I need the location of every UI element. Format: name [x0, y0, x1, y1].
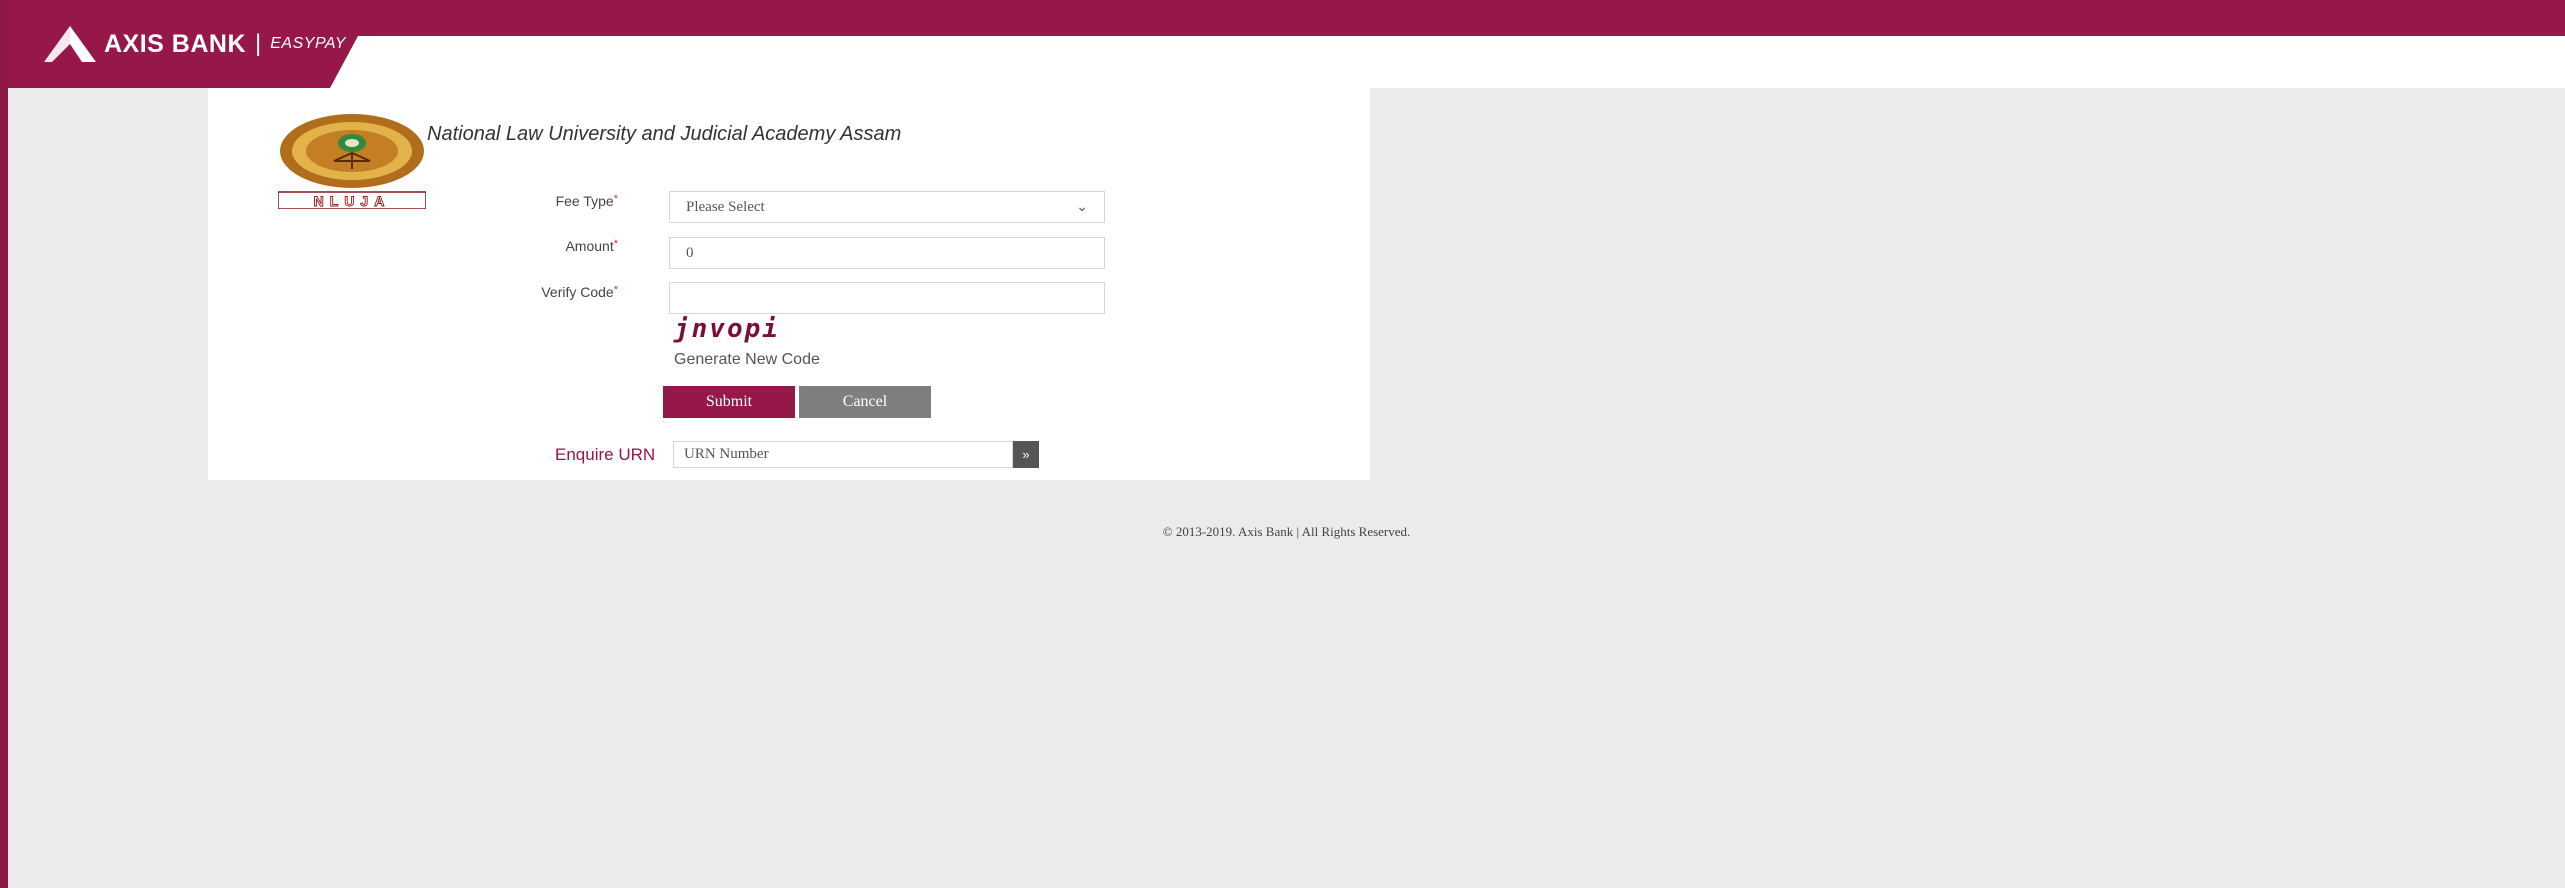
page-background: AXIS BANK | EASYPAY NLUJA National Law U…: [8, 0, 2565, 888]
required-mark: *: [613, 284, 618, 296]
top-bar: [8, 0, 2565, 36]
axis-bank-logo-icon: [44, 26, 96, 62]
footer-copyright: © 2013-2019. Axis Bank | All Rights Rese…: [1162, 524, 1411, 539]
payment-form-card: NLUJA National Law University and Judici…: [208, 88, 1370, 480]
brand[interactable]: AXIS BANK | EASYPAY: [42, 22, 346, 66]
enquire-urn-label: Enquire URN: [555, 445, 656, 464]
amount-label-text: Amount: [565, 238, 614, 254]
verify-code-input[interactable]: [669, 282, 1105, 314]
fee-type-label: Fee Type*: [418, 193, 618, 209]
captcha-image: jnvopi: [674, 314, 780, 344]
seal-text: NLUJA: [314, 193, 391, 209]
fee-type-label-text: Fee Type: [555, 193, 614, 209]
chevron-down-icon: ⌄: [1076, 199, 1088, 215]
fee-type-value: Please Select: [686, 198, 765, 215]
amount-input[interactable]: 0: [669, 237, 1105, 269]
brand-subtitle: EASYPAY: [270, 35, 347, 52]
urn-go-button[interactable]: »: [1013, 441, 1039, 468]
verify-code-label-text: Verify Code: [541, 284, 614, 300]
nlu-assam-seal-icon: NLUJA: [278, 114, 426, 209]
amount-label: Amount*: [418, 238, 618, 254]
brand-separator: |: [255, 30, 262, 57]
generate-new-code-link[interactable]: Generate New Code: [674, 351, 820, 369]
cancel-button[interactable]: Cancel: [799, 386, 931, 418]
verify-code-label: Verify Code*: [418, 284, 618, 300]
required-mark: *: [613, 193, 618, 205]
fee-type-select[interactable]: Please Select ⌄: [669, 191, 1105, 223]
submit-button[interactable]: Submit: [663, 386, 795, 418]
institution-name: National Law University and Judicial Aca…: [427, 123, 902, 145]
header-bar: [8, 36, 2565, 88]
required-mark: *: [613, 238, 618, 250]
brand-name: AXIS BANK: [104, 29, 247, 58]
urn-number-input[interactable]: URN Number: [673, 441, 1013, 468]
